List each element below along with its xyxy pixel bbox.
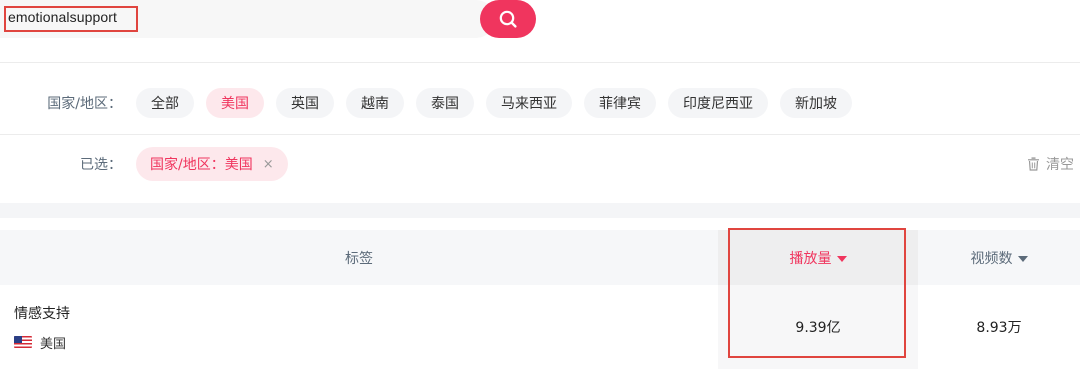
query-highlight-box	[4, 6, 138, 32]
tag-name[interactable]: 情感支持	[14, 303, 70, 323]
us-flag-icon	[14, 336, 32, 348]
column-header-videos[interactable]: 视频数	[918, 230, 1080, 285]
region-chip-singapore[interactable]: 新加坡	[780, 88, 852, 118]
table-header: 标签 播放量 视频数	[0, 230, 1080, 285]
selected-filter-chip: 国家/地区：美国 ×	[136, 147, 288, 181]
sort-desc-icon	[836, 255, 847, 262]
remove-filter-button[interactable]: ×	[263, 157, 274, 172]
search-icon	[499, 10, 517, 28]
divider	[0, 62, 1080, 63]
table-row[interactable]: 情感支持 美国 9.39亿 8.93万	[0, 285, 1080, 369]
tag-region-label: 美国	[40, 336, 67, 352]
region-chip-thailand[interactable]: 泰国	[416, 88, 474, 118]
column-header-views-label: 播放量	[789, 250, 832, 267]
region-chip-philippines[interactable]: 菲律宾	[584, 88, 656, 118]
column-header-tag-label: 标签	[345, 250, 373, 267]
videos-cell: 8.93万	[918, 285, 1080, 369]
trash-icon	[1028, 157, 1039, 171]
column-header-videos-label: 视频数	[970, 250, 1013, 267]
region-chip-us[interactable]: 美国	[206, 88, 264, 118]
tag-cell: 情感支持 美国	[14, 285, 70, 369]
section-separator	[0, 203, 1080, 218]
selected-filter-text: 国家/地区：美国	[150, 157, 253, 173]
sort-desc-icon	[1017, 255, 1028, 262]
selected-filter-label: 已选：	[80, 157, 122, 173]
selected-filter-row: 已选： 国家/地区：美国 × 清空	[0, 128, 1080, 200]
clear-filters-button[interactable]: 清空	[1027, 128, 1074, 200]
views-cell: 9.39亿	[718, 285, 918, 369]
clear-filters-label: 清空	[1046, 157, 1074, 173]
region-chip-vietnam[interactable]: 越南	[346, 88, 404, 118]
column-header-views[interactable]: 播放量	[718, 230, 918, 285]
region-chip-all[interactable]: 全部	[136, 88, 194, 118]
tag-region: 美国	[14, 333, 70, 352]
column-header-tag: 标签	[0, 230, 718, 285]
region-chip-indonesia[interactable]: 印度尼西亚	[668, 88, 768, 118]
region-chip-uk[interactable]: 英国	[276, 88, 334, 118]
views-value: 9.39亿	[795, 320, 841, 336]
search-bar: emotionalsupport	[0, 0, 1080, 62]
videos-value: 8.93万	[976, 320, 1022, 336]
region-chip-malaysia[interactable]: 马来西亚	[486, 88, 572, 118]
search-button[interactable]	[480, 0, 536, 38]
